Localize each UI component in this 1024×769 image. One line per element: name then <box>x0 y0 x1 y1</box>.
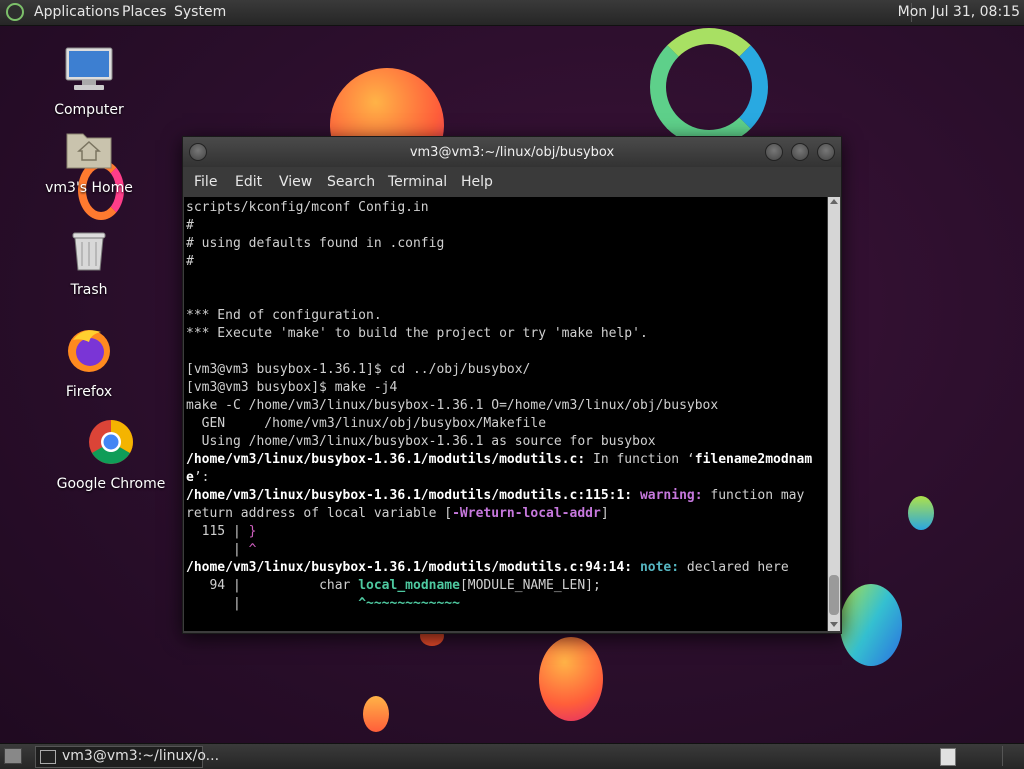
terminal-line: [vm3@vm3 busybox-1.36.1]$ cd ../obj/busy… <box>186 362 531 377</box>
menu-search[interactable]: Search <box>327 174 375 190</box>
firefox-icon <box>68 330 110 372</box>
menu-terminal[interactable]: Terminal <box>388 174 447 190</box>
source-padding <box>249 596 359 611</box>
warning-text-end: ] <box>600 506 609 521</box>
decorative-orange-oval <box>539 637 603 721</box>
show-desktop-icon[interactable] <box>4 748 22 764</box>
window-titlebar[interactable]: vm3@vm3:~/linux/obj/busybox <box>183 137 841 167</box>
terminal-menubar: File Edit View Search Terminal Help <box>183 167 841 197</box>
close-button[interactable] <box>817 143 835 161</box>
terminal-line: /home/vm3/linux/busybox-1.36.1/modutils/… <box>186 451 812 469</box>
terminal-window[interactable]: vm3@vm3:~/linux/obj/busybox File Edit Vi… <box>182 136 842 634</box>
menu-file[interactable]: File <box>194 174 217 190</box>
source-caret: ^ <box>248 542 257 557</box>
source-caret: ^~~~~~~~~~~~~ <box>358 596 460 611</box>
terminal-line: | ^~~~~~~~~~~~~ <box>186 595 460 613</box>
terminal-output[interactable]: scripts/kconfig/mconf Config.in # # usin… <box>184 197 827 631</box>
desktop-icon-chrome[interactable]: Google Chrome <box>56 418 166 492</box>
note-path: /home/vm3/linux/busybox-1.36.1/modutils/… <box>186 560 633 575</box>
desktop-icon-trash[interactable]: Trash <box>34 230 144 298</box>
clock[interactable]: Mon Jul 31, 08:15 <box>898 4 1020 20</box>
home-folder-icon <box>66 133 112 169</box>
warning-path: /home/vm3/linux/busybox-1.36.1/modutils/… <box>186 488 633 503</box>
decorative-green-blue-oval <box>840 584 902 666</box>
terminal-line: # using defaults found in .config <box>186 236 445 251</box>
top-panel: Applications Places System Mon Jul 31, 0… <box>0 0 1024 26</box>
window-title: vm3@vm3:~/linux/obj/busybox <box>409 145 615 160</box>
source-gutter: 115 | <box>186 524 249 539</box>
panel-separator <box>1002 746 1003 766</box>
chrome-icon <box>89 420 133 464</box>
source-gutter: 94 | <box>186 578 249 593</box>
trash-icon <box>72 232 106 271</box>
terminal-line: /home/vm3/linux/busybox-1.36.1/modutils/… <box>186 559 789 577</box>
desktop-icon-label: Firefox <box>65 384 113 400</box>
taskbar-button-label: vm3@vm3:~/linux/o... <box>62 748 220 764</box>
computer-icon <box>65 47 113 90</box>
menu-edit[interactable]: Edit <box>235 174 262 190</box>
minimize-button[interactable] <box>765 143 783 161</box>
terminal-line: [vm3@vm3 busybox]$ make -j4 <box>186 380 398 395</box>
error-path: /home/vm3/linux/busybox-1.36.1/modutils/… <box>186 452 586 467</box>
terminal-icon <box>40 750 56 764</box>
menu-system[interactable]: System <box>174 4 226 20</box>
distro-logo-icon[interactable] <box>6 3 24 21</box>
terminal-line: # <box>186 218 194 233</box>
source-code-end: [MODULE_NAME_LEN]; <box>459 578 601 593</box>
warning-flag: -Wreturn-local-addr <box>452 506 601 521</box>
error-text: In function ‘ <box>585 452 695 467</box>
desktop-icon-home[interactable]: vm3's Home <box>34 128 144 196</box>
maximize-button[interactable] <box>791 143 809 161</box>
desktop-icon-label: Computer <box>54 102 124 118</box>
terminal-line: /home/vm3/linux/busybox-1.36.1/modutils/… <box>186 487 804 505</box>
warning-text-cont: return address of local variable [ <box>186 506 453 521</box>
desktop-icon-firefox[interactable]: Firefox <box>34 326 144 400</box>
terminal-line: *** Execute 'make' to build the project … <box>186 326 648 341</box>
warning-text: function may <box>702 488 805 503</box>
terminal-line: | ^ <box>186 541 257 559</box>
terminal-line: # <box>186 254 194 269</box>
note-text: declared here <box>679 560 789 575</box>
terminal-line: GEN /home/vm3/linux/obj/busybox/Makefile <box>186 416 547 431</box>
terminal-line: scripts/kconfig/mconf Config.in <box>186 200 429 215</box>
desktop-icon-label: vm3's Home <box>45 180 133 196</box>
scroll-down-arrow-icon[interactable] <box>830 622 838 627</box>
terminal-line: Using /home/vm3/linux/busybox-1.36.1 as … <box>186 434 656 449</box>
workspace-switcher[interactable] <box>940 748 956 766</box>
note-label: note: <box>632 560 680 575</box>
menu-places[interactable]: Places <box>122 4 167 20</box>
scroll-up-arrow-icon[interactable] <box>830 199 838 204</box>
taskbar-terminal-button[interactable]: vm3@vm3:~/linux/o... <box>35 746 219 768</box>
desktop-icon-label: Trash <box>70 282 108 298</box>
source-gutter: | <box>186 596 249 611</box>
error-function-cont: e <box>186 470 194 485</box>
menu-applications[interactable]: Applications <box>34 4 120 20</box>
source-code: } <box>248 524 257 539</box>
source-gutter: | <box>186 542 249 557</box>
terminal-line: e’: <box>186 469 209 487</box>
desktop-icon-label: Google Chrome <box>56 476 166 492</box>
source-highlight: local_modname <box>358 578 460 593</box>
scrollbar-thumb[interactable] <box>829 575 839 615</box>
desktop-icon-computer[interactable]: Computer <box>34 46 144 118</box>
warning-label: warning: <box>632 488 703 503</box>
terminal-line: return address of local variable [-Wretu… <box>186 505 609 523</box>
source-code: char <box>248 578 359 593</box>
menu-help[interactable]: Help <box>461 174 493 190</box>
terminal-line: make -C /home/vm3/linux/busybox-1.36.1 O… <box>186 398 719 413</box>
bottom-panel: vm3@vm3:~/linux/o... <box>0 743 1024 769</box>
decorative-small-orange-oval <box>363 696 389 732</box>
terminal-scrollbar[interactable] <box>828 197 840 631</box>
error-end: ’: <box>193 470 210 485</box>
terminal-line: 94 | char local_modname[MODULE_NAME_LEN]… <box>186 577 601 595</box>
error-function: filename2modnam <box>694 452 813 467</box>
terminal-line: *** End of configuration. <box>186 308 382 323</box>
decorative-rainbow-ring <box>650 28 768 146</box>
terminal-line: 115 | } <box>186 523 257 541</box>
menu-view[interactable]: View <box>279 174 312 190</box>
decorative-blue-oval <box>908 496 934 530</box>
